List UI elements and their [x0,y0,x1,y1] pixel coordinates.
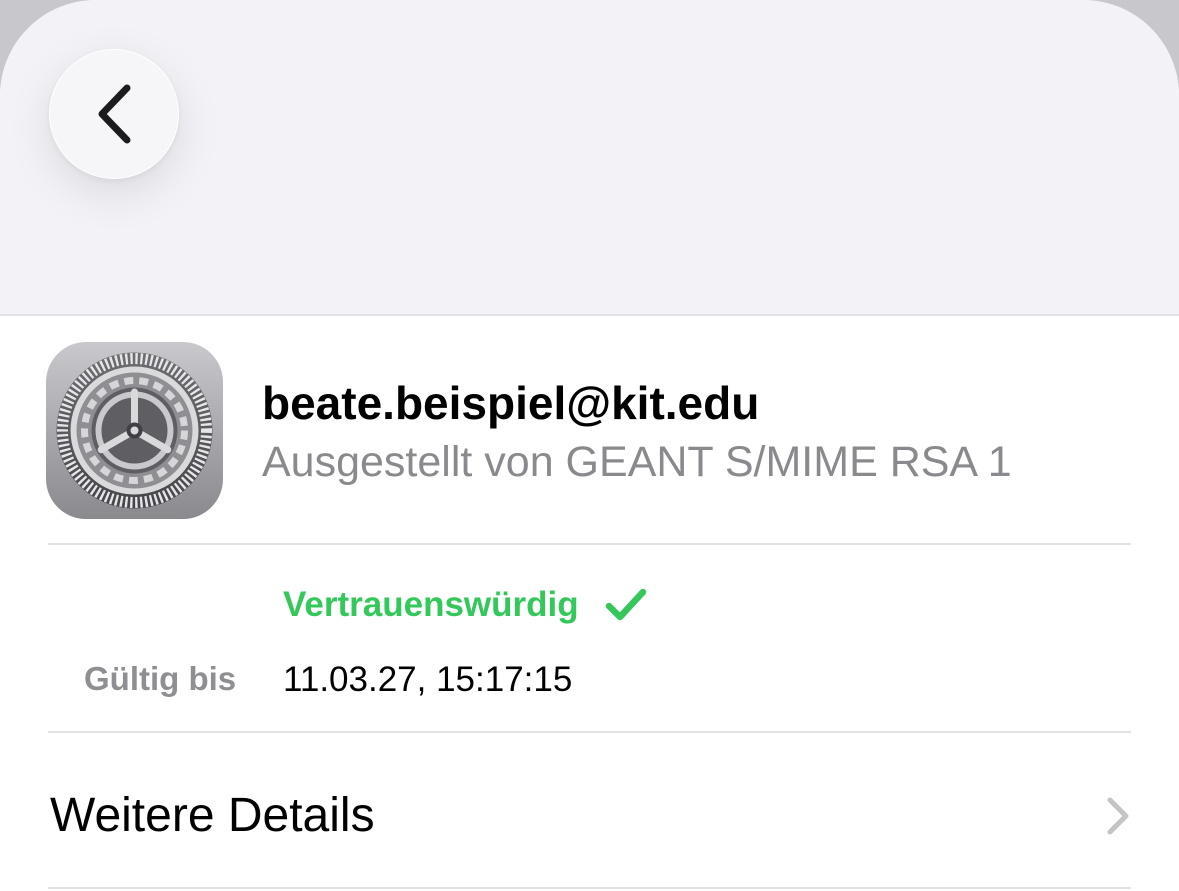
back-button[interactable] [49,49,179,179]
divider [48,731,1131,733]
trust-status: Vertrauenswürdig [283,583,647,627]
valid-until-label: Gültig bis [84,660,237,697]
certificate-summary: beate.beispiel@kit.edu Ausgestellt von G… [0,318,1179,544]
chevron-right-icon [1107,797,1129,835]
more-details-row[interactable]: Weitere Details [0,736,1179,888]
divider [48,543,1131,545]
certificate-sheet: beate.beispiel@kit.edu Ausgestellt von G… [0,0,1179,891]
divider [48,887,1131,889]
settings-gear-icon [46,342,223,519]
chevron-left-icon [98,84,131,144]
sheet-header [0,0,1179,316]
valid-until-value: 11.03.27, 15:17:15 [283,660,573,699]
certificate-email: beate.beispiel@kit.edu [262,377,760,429]
certificate-issuer: Ausgestellt von GEANT S/MIME RSA 1 [262,438,1012,486]
more-details-label: Weitere Details [50,789,375,842]
checkmark-icon [605,588,646,621]
trust-status-label: Vertrauenswürdig [283,585,579,624]
